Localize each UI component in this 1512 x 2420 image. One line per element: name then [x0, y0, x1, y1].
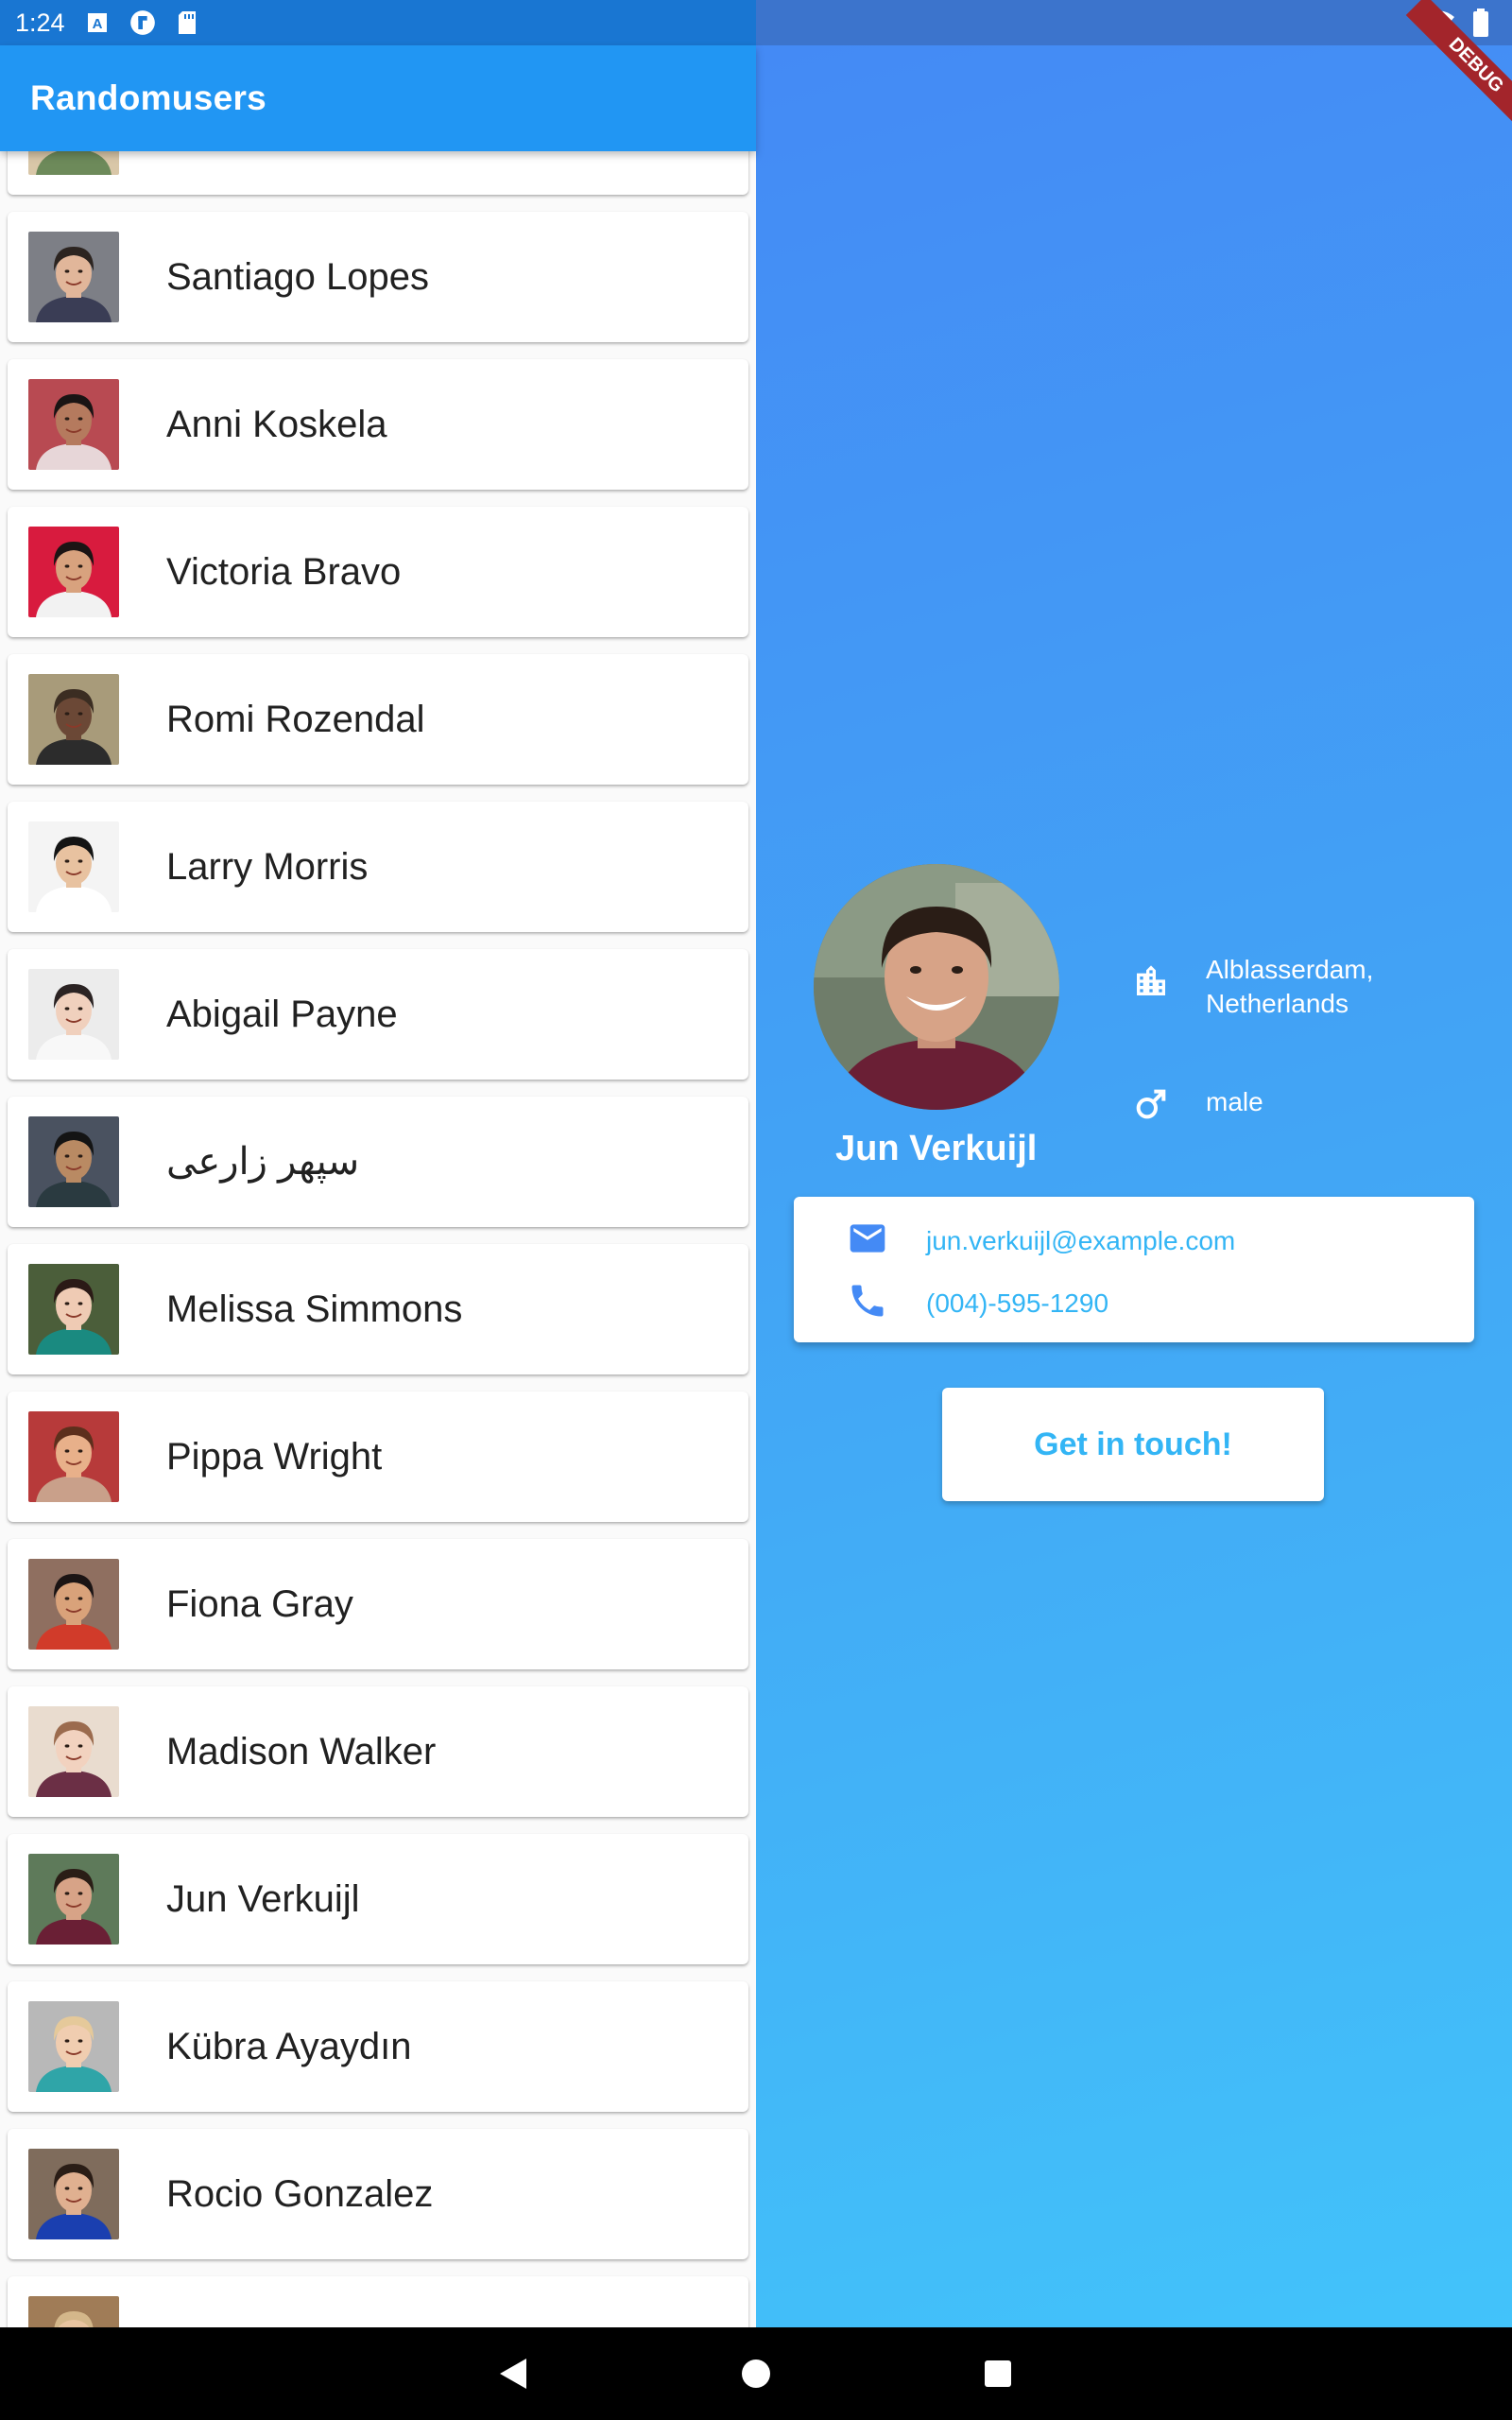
- location-line-1: Alblasserdam,: [1206, 955, 1374, 984]
- user-list-item[interactable]: Victoria Bravo: [8, 507, 748, 637]
- gender-text: male: [1206, 1087, 1263, 1116]
- user-avatar-thumbnail: [28, 2149, 119, 2239]
- email-text[interactable]: jun.verkuijl@example.com: [926, 1226, 1235, 1256]
- location-line-2: Netherlands: [1206, 989, 1349, 1018]
- user-avatar-thumbnail: [28, 1411, 119, 1502]
- user-avatar-thumbnail: [28, 527, 119, 617]
- svg-text:A: A: [92, 16, 102, 32]
- user-name: Abigail Payne: [166, 993, 398, 1035]
- app-bar: Randomusers: [0, 45, 756, 151]
- user-avatar-thumbnail: [28, 232, 119, 322]
- fcircle-icon: [129, 9, 156, 36]
- user-detail-pane: DEBUG Alblasserdam, Netherlands male Jun…: [756, 0, 1512, 2327]
- a-box-icon: A: [86, 11, 109, 34]
- back-icon[interactable]: [466, 2327, 560, 2420]
- user-avatar-thumbnail: [28, 969, 119, 1060]
- user-list-item[interactable]: یسنا پارسا: [8, 151, 748, 195]
- user-avatar-thumbnail: [28, 151, 119, 175]
- user-name: Santiago Lopes: [166, 255, 430, 298]
- user-avatar-thumbnail: [28, 379, 119, 470]
- user-name: Melissa Simmons: [166, 1288, 463, 1330]
- user-name: Kübra Ayaydın: [166, 2025, 412, 2067]
- user-avatar-thumbnail: [28, 1854, 119, 1945]
- user-name: Romi Rozendal: [166, 698, 425, 740]
- status-time: 1:24: [15, 8, 65, 37]
- user-list-item[interactable]: Madison Walker: [8, 1686, 748, 1817]
- user-avatar-thumbnail: [28, 2001, 119, 2092]
- email-icon: [847, 1218, 888, 1264]
- user-avatar-thumbnail: [28, 674, 119, 765]
- contact-card: jun.verkuijl@example.com (004)-595-1290: [794, 1197, 1474, 1342]
- user-list-item[interactable]: Anni Koskela: [8, 359, 748, 490]
- get-in-touch-button[interactable]: Get in touch!: [942, 1388, 1324, 1501]
- user-name: Pippa Wright: [166, 1435, 383, 1478]
- location-text: Alblasserdam, Netherlands: [1206, 953, 1373, 1021]
- user-list-item[interactable]: Santiago Lopes: [8, 212, 748, 342]
- user-list-item[interactable]: Abigail Payne: [8, 949, 748, 1080]
- phone-text[interactable]: (004)-595-1290: [926, 1288, 1108, 1319]
- user-list-item[interactable]: Larry Morris: [8, 802, 748, 932]
- status-bar-right: [756, 0, 1512, 45]
- user-avatar-thumbnail: [28, 1264, 119, 1355]
- user-list-item[interactable]: Romi Rozendal: [8, 654, 748, 785]
- system-nav-bar: [0, 2327, 1512, 2420]
- user-name: یسنا پارسا: [166, 151, 328, 195]
- user-avatar-thumbnail: [28, 2296, 119, 2327]
- user-name: Anni Koskela: [166, 403, 387, 445]
- gender-row: male: [1128, 1081, 1263, 1127]
- user-name: Larry Morris: [166, 845, 369, 888]
- user-list-item[interactable]: Kübra Ayaydın: [8, 1981, 748, 2112]
- location-city-icon: [1128, 959, 1174, 1004]
- status-bar-left: 1:24 A: [0, 0, 756, 45]
- user-name: سپهر زارعی: [166, 1141, 360, 1183]
- user-name: Fiona Gray: [166, 1582, 353, 1625]
- profile-avatar: [814, 864, 1059, 1110]
- user-list-item[interactable]: Pippa Wright: [8, 1392, 748, 1522]
- user-list-item[interactable]: [8, 2276, 748, 2327]
- phone-row[interactable]: (004)-595-1290: [847, 1280, 1108, 1326]
- email-row[interactable]: jun.verkuijl@example.com: [847, 1218, 1235, 1264]
- battery-icon: [1472, 9, 1489, 37]
- user-list-item[interactable]: Melissa Simmons: [8, 1244, 748, 1374]
- user-list-item[interactable]: Jun Verkuijl: [8, 1834, 748, 1964]
- user-avatar-thumbnail: [28, 1559, 119, 1650]
- user-list-item[interactable]: Fiona Gray: [8, 1539, 748, 1669]
- user-name: Victoria Bravo: [166, 550, 402, 593]
- user-avatar-thumbnail: [28, 1706, 119, 1797]
- user-avatar-thumbnail: [28, 821, 119, 912]
- user-list-item[interactable]: Rocio Gonzalez: [8, 2129, 748, 2259]
- status-bar: 1:24 A: [0, 0, 1512, 45]
- user-name: Madison Walker: [166, 1730, 437, 1772]
- phone-icon: [847, 1280, 888, 1326]
- male-icon: [1128, 1081, 1174, 1127]
- sd-card-icon: [177, 10, 198, 35]
- user-list[interactable]: یسنا پارسا Santiago Lopes Anni Koskela Vict…: [0, 151, 756, 2327]
- user-avatar-thumbnail: [28, 1116, 119, 1207]
- user-name: Jun Verkuijl: [166, 1877, 360, 1920]
- app-title: Randomusers: [30, 78, 267, 117]
- detail-user-name: Jun Verkuijl: [835, 1129, 1038, 1168]
- user-list-item[interactable]: سپهر زارعی: [8, 1097, 748, 1227]
- user-name: Rocio Gonzalez: [166, 2172, 434, 2215]
- recents-icon[interactable]: [951, 2327, 1045, 2420]
- home-icon[interactable]: [709, 2327, 803, 2420]
- location-row: Alblasserdam, Netherlands: [1128, 955, 1373, 1021]
